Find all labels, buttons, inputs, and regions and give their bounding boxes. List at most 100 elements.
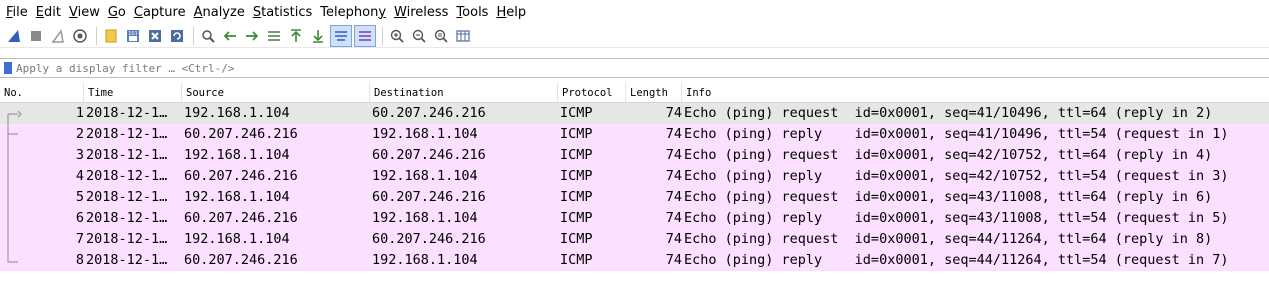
menu-view[interactable]: View xyxy=(69,5,100,20)
packet-info: Echo (ping) request id=0x0001, seq=43/11… xyxy=(684,189,1213,205)
packet-list-header: No. Time Source Destination Protocol Len… xyxy=(0,83,1269,103)
packet-destination: 60.207.246.216 xyxy=(372,231,486,247)
resize-columns-icon[interactable] xyxy=(453,26,473,46)
menu-help[interactable]: Help xyxy=(496,5,526,20)
save-file-icon[interactable]: 101 xyxy=(123,26,143,46)
menu-capture[interactable]: Capture xyxy=(134,5,186,20)
packet-protocol: ICMP xyxy=(560,168,593,184)
menu-file[interactable]: File xyxy=(6,5,28,20)
go-to-packet-icon[interactable] xyxy=(264,26,284,46)
zoom-out-icon[interactable] xyxy=(409,26,429,46)
packet-length: 74 xyxy=(665,231,682,247)
packet-row[interactable]: 1 2018-12-1… 192.168.1.104 60.207.246.21… xyxy=(0,103,1269,124)
go-back-icon[interactable] xyxy=(220,26,240,46)
bookmark-filter-icon[interactable] xyxy=(4,62,12,74)
packet-protocol: ICMP xyxy=(560,147,593,163)
packet-row[interactable]: 7 2018-12-1… 192.168.1.104 60.207.246.21… xyxy=(0,229,1269,250)
toolbar-separator xyxy=(193,26,194,45)
packet-info: Echo (ping) reply id=0x0001, seq=41/1049… xyxy=(684,126,1229,142)
packet-list: 1 2018-12-1… 192.168.1.104 60.207.246.21… xyxy=(0,103,1269,271)
menu-edit[interactable]: Edit xyxy=(36,5,61,20)
packet-source: 60.207.246.216 xyxy=(184,210,298,226)
packet-number: 4 xyxy=(75,168,84,184)
packet-destination: 60.207.246.216 xyxy=(372,189,486,205)
packet-info: Echo (ping) reply id=0x0001, seq=44/1126… xyxy=(684,252,1229,268)
packet-time: 2018-12-1… xyxy=(86,252,168,268)
go-forward-icon[interactable] xyxy=(242,26,262,46)
restart-fin-icon[interactable] xyxy=(48,26,68,46)
packet-number: 1 xyxy=(75,105,84,121)
packet-row[interactable]: 3 2018-12-1… 192.168.1.104 60.207.246.21… xyxy=(0,145,1269,166)
menu-wireless[interactable]: Wireless xyxy=(394,5,448,20)
packet-destination: 192.168.1.104 xyxy=(372,252,478,268)
packet-time: 2018-12-1… xyxy=(86,147,168,163)
packet-source: 60.207.246.216 xyxy=(184,252,298,268)
packet-time: 2018-12-1… xyxy=(86,210,168,226)
packet-destination: 60.207.246.216 xyxy=(372,147,486,163)
open-folder-icon[interactable] xyxy=(101,26,121,46)
packet-protocol: ICMP xyxy=(560,189,593,205)
colorize-icon[interactable] xyxy=(354,24,376,47)
packet-time: 2018-12-1… xyxy=(86,231,168,247)
packet-length: 74 xyxy=(665,147,682,163)
column-header-protocol[interactable]: Protocol xyxy=(558,83,626,103)
capture-options-gear-icon[interactable] xyxy=(70,26,90,46)
column-header-length[interactable]: Length xyxy=(626,83,682,103)
packet-row[interactable]: 6 2018-12-1… 60.207.246.216 192.168.1.10… xyxy=(0,208,1269,229)
column-header-info[interactable]: Info xyxy=(682,83,1269,103)
packet-row[interactable]: 8 2018-12-1… 60.207.246.216 192.168.1.10… xyxy=(0,250,1269,271)
packet-protocol: ICMP xyxy=(560,105,593,121)
packet-row[interactable]: 2 2018-12-1… 60.207.246.216 192.168.1.10… xyxy=(0,124,1269,145)
column-header-destination[interactable]: Destination xyxy=(370,83,558,103)
menu-telephony[interactable]: Telephony xyxy=(320,5,386,20)
reload-file-icon[interactable] xyxy=(167,26,187,46)
packet-protocol: ICMP xyxy=(560,126,593,142)
menu-tools[interactable]: Tools xyxy=(456,5,488,20)
packet-destination: 192.168.1.104 xyxy=(372,168,478,184)
normal-size-icon[interactable] xyxy=(431,26,451,46)
packet-info: Echo (ping) request id=0x0001, seq=41/10… xyxy=(684,105,1213,121)
column-header-time[interactable]: Time xyxy=(84,83,182,103)
column-header-no[interactable]: No. xyxy=(0,83,84,103)
menu-analyze[interactable]: Analyze xyxy=(194,5,245,20)
svg-text:101: 101 xyxy=(128,31,138,37)
packet-row[interactable]: 5 2018-12-1… 192.168.1.104 60.207.246.21… xyxy=(0,187,1269,208)
packet-source: 192.168.1.104 xyxy=(184,189,290,205)
packet-protocol: ICMP xyxy=(560,252,593,268)
autoscroll-icon[interactable] xyxy=(330,24,352,47)
packet-source: 60.207.246.216 xyxy=(184,126,298,142)
packet-length: 74 xyxy=(665,126,682,142)
main-toolbar: 101 xyxy=(0,24,1269,48)
packet-number: 3 xyxy=(75,147,84,163)
column-header-source[interactable]: Source xyxy=(182,83,370,103)
packet-length: 74 xyxy=(665,105,682,121)
menu-statistics[interactable]: Statistics xyxy=(253,5,312,20)
packet-source: 192.168.1.104 xyxy=(184,105,290,121)
toolbar-separator xyxy=(96,26,97,45)
zoom-in-icon[interactable] xyxy=(387,26,407,46)
stop-square-icon[interactable] xyxy=(26,26,46,46)
packet-number: 6 xyxy=(75,210,84,226)
packet-info: Echo (ping) reply id=0x0001, seq=43/1100… xyxy=(684,210,1229,226)
packet-row[interactable]: 4 2018-12-1… 60.207.246.216 192.168.1.10… xyxy=(0,166,1269,187)
menu-go[interactable]: Go xyxy=(108,5,126,20)
menu-bar: File Edit View Go Capture Analyze Statis… xyxy=(0,0,1269,24)
packet-info: Echo (ping) request id=0x0001, seq=44/11… xyxy=(684,231,1213,247)
packet-destination: 192.168.1.104 xyxy=(372,126,478,142)
last-packet-icon[interactable] xyxy=(308,26,328,46)
display-filter-bar xyxy=(0,58,1269,78)
packet-number: 8 xyxy=(75,252,84,268)
display-filter-input[interactable] xyxy=(16,61,616,75)
packet-source: 60.207.246.216 xyxy=(184,168,298,184)
find-packet-icon[interactable] xyxy=(198,26,218,46)
packet-protocol: ICMP xyxy=(560,210,593,226)
shark-fin-start-icon[interactable] xyxy=(4,26,24,46)
first-packet-icon[interactable] xyxy=(286,26,306,46)
packet-source: 192.168.1.104 xyxy=(184,231,290,247)
packet-number: 5 xyxy=(75,189,84,205)
packet-source: 192.168.1.104 xyxy=(184,147,290,163)
packet-time: 2018-12-1… xyxy=(86,168,168,184)
packet-length: 74 xyxy=(665,189,682,205)
packet-time: 2018-12-1… xyxy=(86,189,168,205)
close-file-icon[interactable] xyxy=(145,26,165,46)
